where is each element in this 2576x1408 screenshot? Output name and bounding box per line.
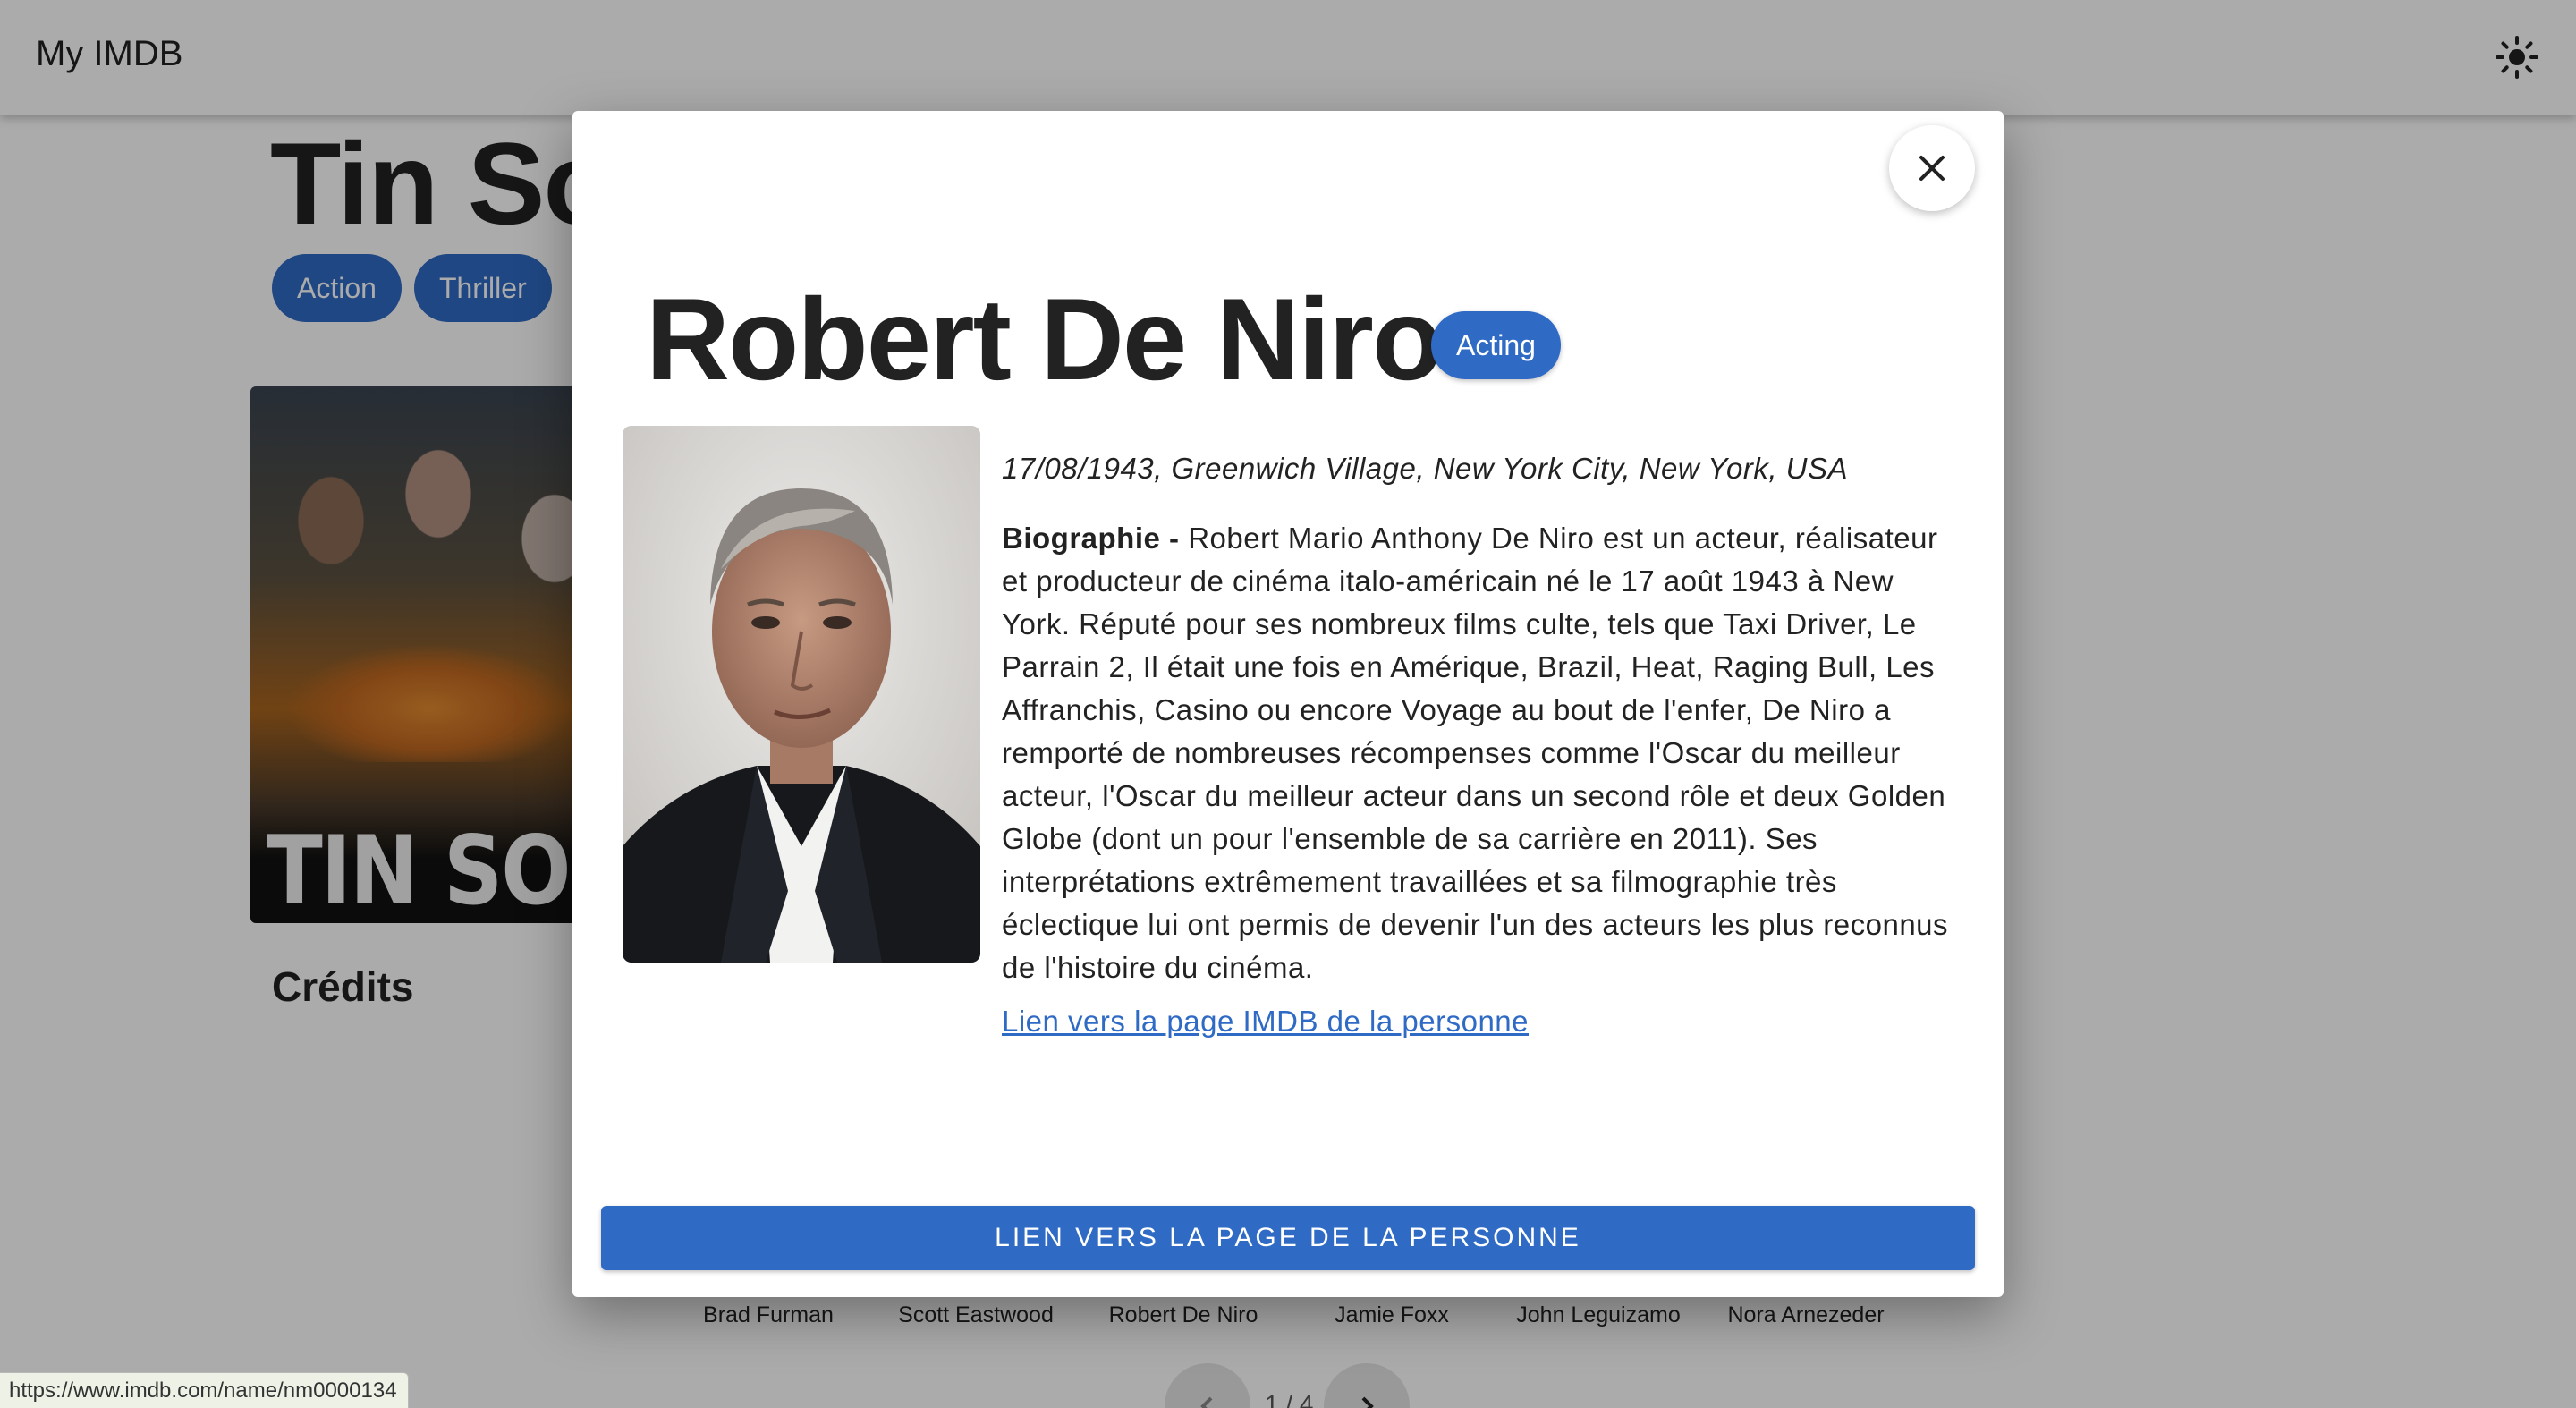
- imdb-page-link[interactable]: Lien vers la page IMDB de la personne: [1002, 1000, 1529, 1043]
- person-dialog: Robert De Niro Acting 17/08/1943, Greenw…: [572, 111, 2004, 1297]
- portrait-illustration: [623, 426, 980, 963]
- person-name: Robert De Niro: [646, 274, 1443, 404]
- biography: Biographie - Robert Mario Anthony De Nir…: [1002, 517, 1950, 989]
- person-page-button[interactable]: LIEN VERS LA PAGE DE LA PERSONNE: [601, 1206, 1975, 1270]
- birth-info: 17/08/1943, Greenwich Village, New York …: [1002, 452, 1849, 485]
- person-info: 17/08/1943, Greenwich Village, New York …: [1002, 447, 1950, 1043]
- biography-text: Robert Mario Anthony De Niro est un acte…: [1002, 522, 1949, 984]
- person-portrait: [623, 426, 980, 963]
- status-bar-url: https://www.imdb.com/name/nm0000134: [0, 1372, 409, 1408]
- close-icon: [1919, 156, 1945, 181]
- biography-label: Biographie -: [1002, 522, 1180, 555]
- close-button[interactable]: [1889, 125, 1975, 211]
- department-chip[interactable]: Acting: [1431, 311, 1561, 379]
